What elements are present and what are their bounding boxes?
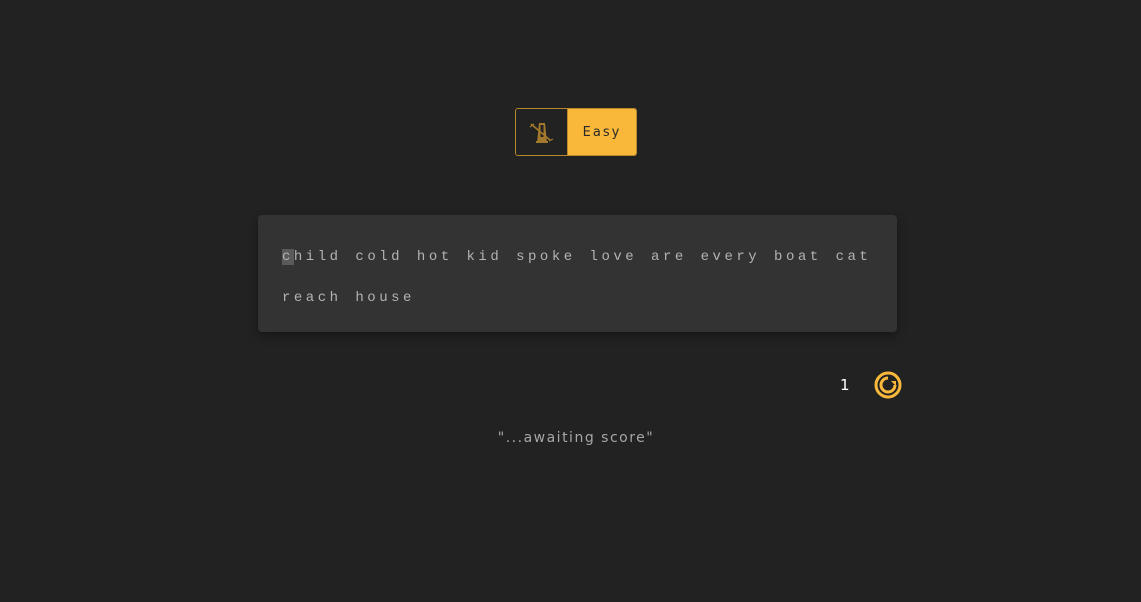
restart-icon bbox=[874, 371, 902, 399]
text-line-1: child cold hot kid spoke love are every … bbox=[282, 237, 873, 278]
word-counter: 1 bbox=[840, 376, 850, 394]
difficulty-toggle: Easy bbox=[515, 108, 637, 156]
restart-button[interactable] bbox=[874, 371, 902, 399]
difficulty-label: Easy bbox=[582, 124, 622, 140]
text-line-2: reach house bbox=[282, 290, 415, 306]
difficulty-easy-button[interactable]: Easy bbox=[568, 109, 636, 155]
current-char-cursor: c bbox=[282, 249, 294, 265]
metronome-button[interactable] bbox=[516, 109, 568, 155]
typing-text-panel[interactable]: child cold hot kid spoke love are every … bbox=[258, 215, 897, 332]
score-status: "...awaiting score" bbox=[497, 430, 655, 446]
stats-row: 1 bbox=[840, 370, 902, 400]
metronome-icon bbox=[529, 123, 553, 143]
text-line-1-rest: hild cold hot kid spoke love are every b… bbox=[293, 249, 872, 265]
typing-test-page: Easy child cold hot kid spoke love are e… bbox=[0, 0, 1141, 602]
